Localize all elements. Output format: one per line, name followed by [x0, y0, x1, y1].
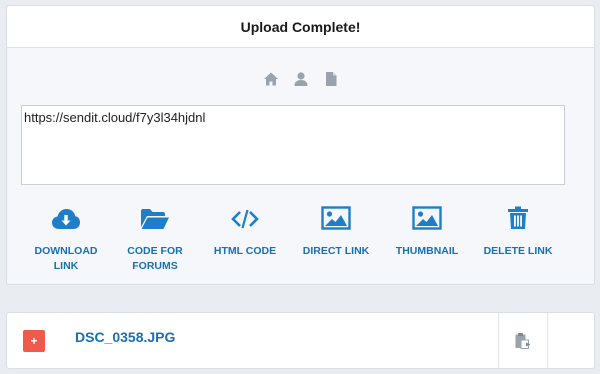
code-for-forums-button[interactable]: CODE FOR FORUMS [110, 204, 200, 274]
file-icon[interactable] [323, 71, 339, 87]
panel-header: Upload Complete! [7, 6, 594, 48]
expand-button[interactable]: + [23, 330, 45, 352]
delete-link-label: DELETE LINK [483, 245, 553, 257]
panel-title: Upload Complete! [240, 18, 361, 35]
delete-link-button[interactable]: DELETE LINK [473, 204, 563, 259]
row-divider [547, 313, 548, 368]
code-icon [200, 204, 290, 230]
image-icon [382, 204, 472, 230]
direct-link-button[interactable]: DIRECT LINK [291, 204, 381, 259]
upload-complete-panel: Upload Complete! DOWNLOAD LINK CODE FOR … [6, 5, 595, 285]
html-code-button[interactable]: HTML CODE [200, 204, 290, 259]
file-name-link[interactable]: DSC_0358.JPG [75, 329, 175, 345]
trash-icon [473, 204, 563, 230]
clipboard-icon[interactable] [514, 332, 532, 350]
thumbnail-button[interactable]: THUMBNAIL [382, 204, 472, 259]
image-icon [291, 204, 381, 230]
direct-link-label: DIRECT LINK [302, 245, 370, 257]
file-row: + DSC_0358.JPG [6, 312, 595, 369]
html-code-label: HTML CODE [213, 245, 277, 257]
cloud-download-icon [21, 204, 111, 230]
row-divider [498, 313, 499, 368]
home-icon[interactable] [263, 71, 279, 87]
download-link-label: DOWNLOAD LINK [34, 245, 98, 272]
user-icon[interactable] [293, 71, 309, 87]
view-mode-icons [7, 71, 594, 87]
download-link-button[interactable]: DOWNLOAD LINK [21, 204, 111, 274]
folder-open-icon [110, 204, 200, 230]
code-for-forums-label: CODE FOR FORUMS [127, 245, 183, 272]
thumbnail-label: THUMBNAIL [395, 245, 459, 257]
share-link-field[interactable] [21, 105, 565, 185]
